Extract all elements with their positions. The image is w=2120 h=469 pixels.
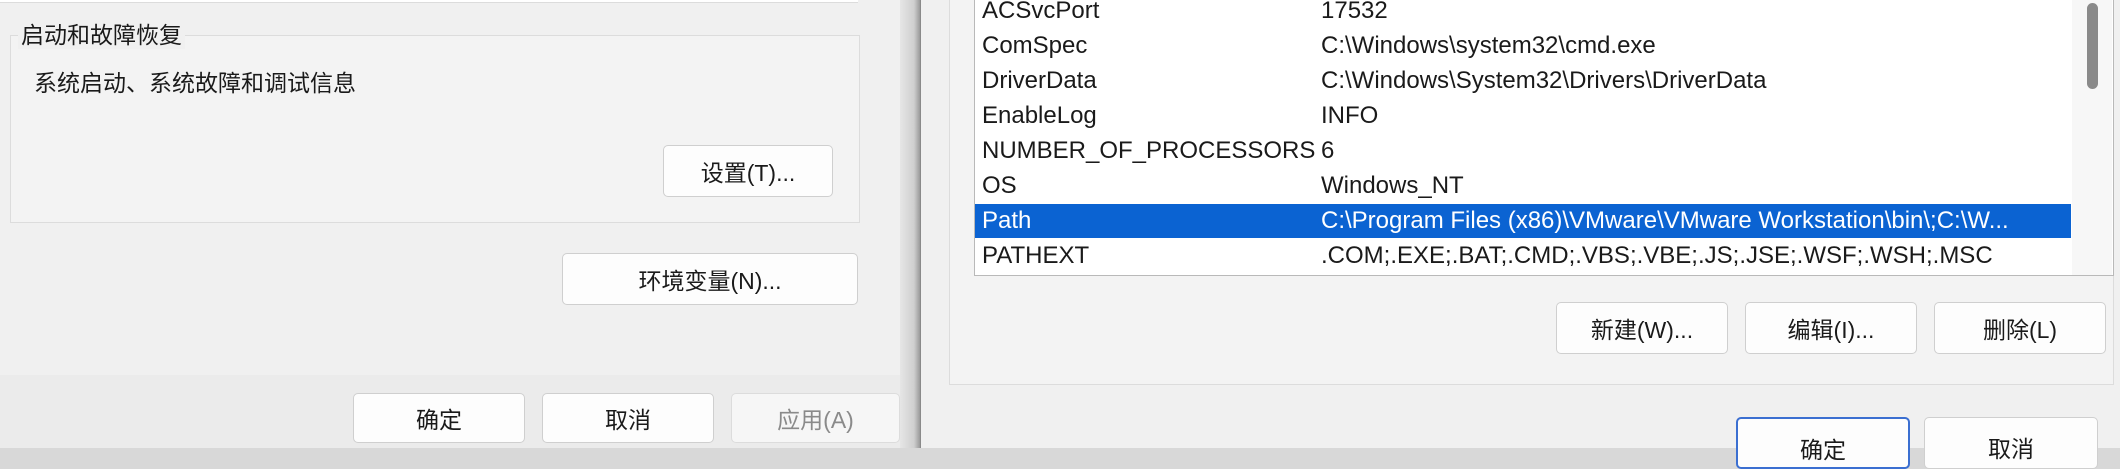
vertical-scrollbar[interactable] [2072, 0, 2112, 275]
variable-name: ComSpec [982, 32, 1088, 59]
variable-name: OS [982, 172, 1017, 199]
ok-button[interactable]: 确定 [353, 393, 525, 443]
variable-value: 17532 [1321, 0, 1388, 24]
list-item[interactable]: OS Windows_NT [975, 169, 2071, 203]
startup-recovery-title: 启动和故障恢复 [18, 21, 185, 49]
list-item[interactable]: NUMBER_OF_PROCESSORS 6 [975, 134, 2071, 168]
cancel-button[interactable]: 取消 [542, 393, 714, 443]
variable-name: DriverData [982, 67, 1097, 94]
list-item[interactable]: PATHEXT .COM;.EXE;.BAT;.CMD;.VBS;.VBE;.J… [975, 239, 2071, 273]
variable-value: C:\Windows\System32\Drivers\DriverData [1321, 67, 1767, 94]
variable-name: ACSvcPort [982, 0, 1100, 24]
variable-name: PATHEXT [982, 242, 1090, 269]
list-item[interactable]: DriverData C:\Windows\System32\Drivers\D… [975, 64, 2071, 98]
startup-settings-button[interactable]: 设置(T)... [663, 145, 833, 197]
edit-variable-button[interactable]: 编辑(I)... [1745, 302, 1917, 354]
environment-variables-button[interactable]: 环境变量(N)... [562, 253, 858, 305]
variable-value: .COM;.EXE;.BAT;.CMD;.VBS;.VBE;.JS;.JSE;.… [1321, 242, 1993, 269]
apply-button[interactable]: 应用(A) [731, 393, 900, 443]
variable-value: 6 [1321, 137, 1335, 164]
system-properties-dialog: 启动和故障恢复 系统启动、系统故障和调试信息 设置(T)... 环境变量(N).… [0, 0, 900, 448]
delete-variable-button[interactable]: 删除(L) [1934, 302, 2106, 354]
ok-button[interactable]: 确定 [1736, 417, 1910, 469]
list-item[interactable]: ACSvcPort 17532 [975, 0, 2071, 28]
list-item[interactable]: ComSpec C:\Windows\system32\cmd.exe [975, 29, 2071, 63]
list-item[interactable]: EnableLog INFO [975, 99, 2071, 133]
window-shadow-gap [900, 0, 920, 448]
variable-value: C:\Program Files (x86)\VMware\VMware Wor… [1321, 207, 2009, 234]
variable-name: EnableLog [982, 102, 1097, 129]
system-variables-list[interactable]: ACSvcPort 17532 ComSpec C:\Windows\syste… [974, 0, 2114, 276]
variable-value: Windows_NT [1321, 172, 1464, 199]
top-divider [0, 0, 858, 3]
variable-value: INFO [1321, 102, 1379, 129]
variable-name: Path [982, 207, 1032, 234]
list-item-selected[interactable]: Path C:\Program Files (x86)\VMware\VMwar… [975, 204, 2071, 238]
cancel-button[interactable]: 取消 [1924, 417, 2098, 469]
environment-variables-dialog: ACSvcPort 17532 ComSpec C:\Windows\syste… [920, 0, 2120, 469]
variable-value: C:\Windows\system32\cmd.exe [1321, 32, 1656, 59]
variable-name: NUMBER_OF_PROCESSORS [982, 137, 1316, 164]
scrollbar-thumb[interactable] [2087, 3, 2098, 89]
startup-recovery-description: 系统启动、系统故障和调试信息 [34, 70, 356, 96]
new-variable-button[interactable]: 新建(W)... [1556, 302, 1728, 354]
